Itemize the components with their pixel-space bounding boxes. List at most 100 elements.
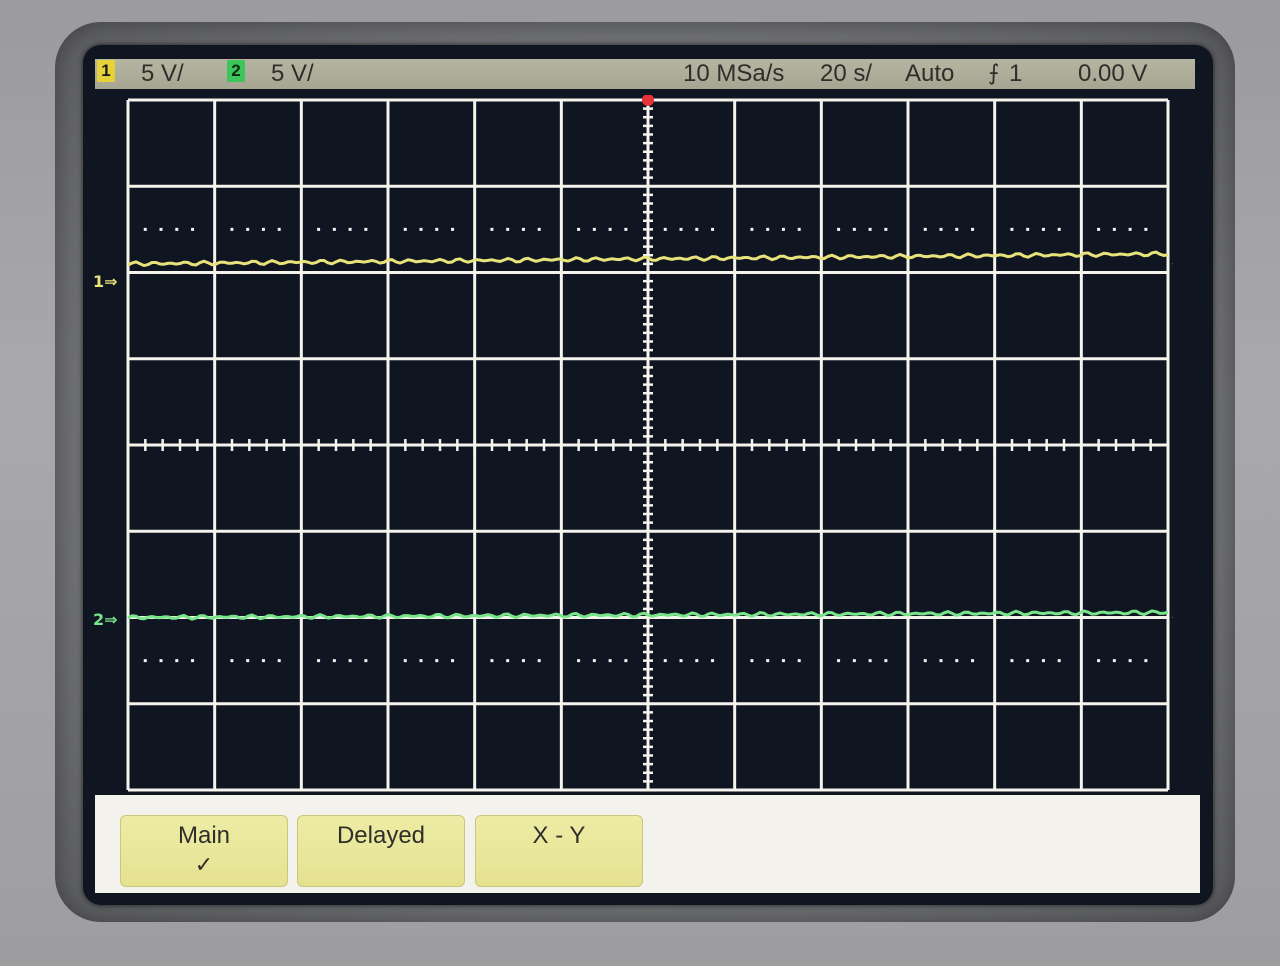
sample-rate: 10 MSa/s <box>683 60 785 87</box>
delayed-softkey[interactable]: Delayed <box>297 815 465 887</box>
grid-dot <box>750 227 754 231</box>
grid-dot <box>1144 659 1148 663</box>
grid-dot <box>159 659 163 663</box>
grid-dot <box>277 227 281 231</box>
grid-dot <box>971 227 975 231</box>
grid-dot <box>868 227 872 231</box>
grid-dot <box>506 227 510 231</box>
grid-dot <box>451 227 455 231</box>
grid-dot <box>246 659 250 663</box>
grid-dot <box>191 659 195 663</box>
grid-dot <box>403 659 407 663</box>
grid-dot <box>348 659 352 663</box>
delayed-softkey-label: Delayed <box>336 822 426 849</box>
grid-dot <box>781 227 785 231</box>
grid-dot <box>332 659 336 663</box>
grid-dot <box>577 227 581 231</box>
trigger-mode: Auto <box>905 60 955 87</box>
oscilloscope-screen: 1 5 V/ 2 5 V/ 10 MSa/s 20 s/ Auto ⨍ 1 0.… <box>83 45 1213 905</box>
grid-dot <box>143 659 147 663</box>
timebase: 20 s/ <box>820 60 873 87</box>
channel-1-trace-ref-arrow <box>1172 263 1173 265</box>
grid-dot <box>750 659 754 663</box>
grid-dot <box>663 227 667 231</box>
grid-dot <box>923 659 927 663</box>
grid-dot <box>1041 659 1045 663</box>
grid-dot <box>1026 659 1030 663</box>
grid-dot <box>884 659 888 663</box>
grid-dot <box>711 659 715 663</box>
grid-dot <box>1026 227 1030 231</box>
grid-dot <box>1128 227 1132 231</box>
grid-dot <box>577 659 581 663</box>
grid-dot <box>1097 659 1101 663</box>
grid-dot <box>1112 659 1116 663</box>
grid-dot <box>766 659 770 663</box>
grid-dot <box>797 227 801 231</box>
grid-dot <box>364 227 368 231</box>
grid-dot <box>261 659 265 663</box>
grid-dot <box>277 659 281 663</box>
grid-dot <box>230 227 234 231</box>
grid-dot <box>624 227 628 231</box>
grid-dot <box>451 659 455 663</box>
grid-dot <box>506 659 510 663</box>
grid-dot <box>781 659 785 663</box>
grid-dot <box>1041 227 1045 231</box>
grid-dot <box>1010 227 1014 231</box>
grid-dot <box>852 659 856 663</box>
grid-dot <box>435 659 439 663</box>
grid-dot <box>521 659 525 663</box>
channel-1-scale: 5 V/ <box>141 60 184 87</box>
grid-dot <box>797 659 801 663</box>
waveform-graticule <box>126 95 1173 792</box>
trigger-position-marker <box>642 95 654 106</box>
grid-dot <box>435 227 439 231</box>
softkey-bar: Main ✓ Delayed X - Y <box>95 795 1200 893</box>
grid-dot <box>1128 659 1132 663</box>
grid-dot <box>663 659 667 663</box>
channel-2-trace-ref-arrow <box>1172 617 1173 618</box>
grid-dot <box>332 227 336 231</box>
main-softkey-label: Main <box>177 822 231 849</box>
grid-dot <box>317 227 321 231</box>
grid-dot <box>852 227 856 231</box>
rising-edge-trigger-icon: ⨍ <box>988 60 1000 85</box>
grid-dot <box>608 227 612 231</box>
grid-dot <box>939 227 943 231</box>
grid-dot <box>971 659 975 663</box>
grid-dot <box>1097 227 1101 231</box>
trigger-source: 1 <box>1009 60 1023 87</box>
grid-dot <box>1112 227 1116 231</box>
grid-dot <box>230 659 234 663</box>
grid-dot <box>923 227 927 231</box>
grid-dot <box>592 227 596 231</box>
grid-dot <box>624 659 628 663</box>
grid-dot <box>1057 227 1061 231</box>
grid-dot <box>521 227 525 231</box>
grid-dot <box>261 227 265 231</box>
main-softkey[interactable]: Main ✓ <box>120 815 288 887</box>
grid-dot <box>939 659 943 663</box>
grid-dot <box>537 227 541 231</box>
grid-dot <box>490 227 494 231</box>
waveform-display: 1⇒ 2⇒ <box>93 95 1173 795</box>
grid-dot <box>419 227 423 231</box>
channel-2-scale: 5 V/ <box>271 60 314 87</box>
channel-1-ground-marker: 1⇒ <box>93 271 118 291</box>
grid-dot <box>766 227 770 231</box>
grid-dot <box>955 659 959 663</box>
trigger-level: 0.00 V <box>1078 60 1148 87</box>
grid-dot <box>1144 227 1148 231</box>
grid-dot <box>679 227 683 231</box>
grid-dot <box>1010 659 1014 663</box>
grid-dot <box>191 227 195 231</box>
grid-dot <box>695 659 699 663</box>
grid-dot <box>246 227 250 231</box>
grid-dot <box>837 227 841 231</box>
grid-dot <box>403 227 407 231</box>
checkmark-icon: ✓ <box>194 852 214 877</box>
grid-dot <box>537 659 541 663</box>
xy-softkey[interactable]: X - Y <box>475 815 643 887</box>
grid-dot <box>711 227 715 231</box>
